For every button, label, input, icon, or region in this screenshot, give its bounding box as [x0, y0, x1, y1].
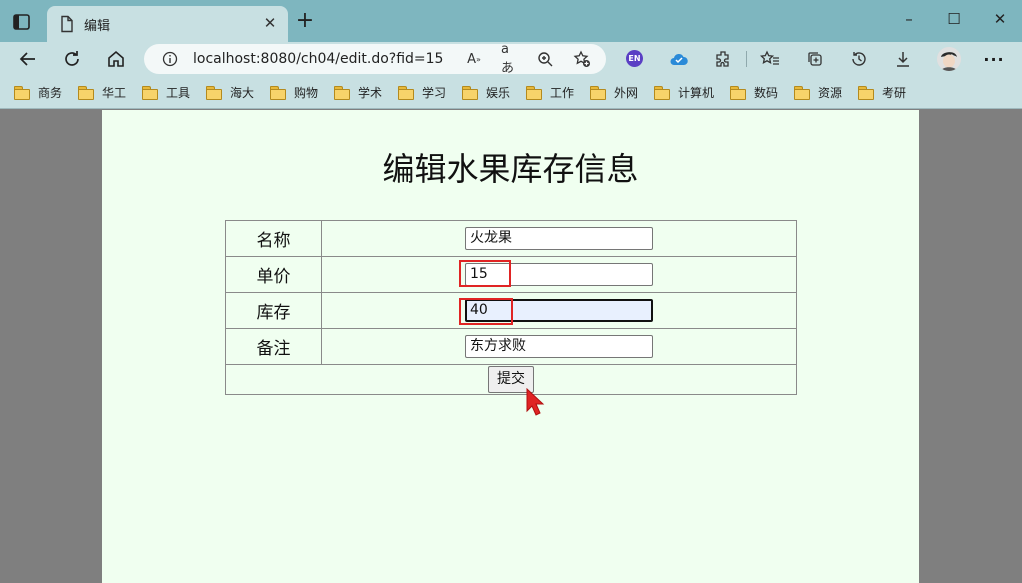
en-extension-icon[interactable]: EN — [626, 50, 643, 67]
downloads-icon[interactable] — [893, 49, 913, 69]
folder-icon — [334, 86, 350, 100]
bookmark-folder[interactable]: 外网 — [590, 84, 638, 101]
close-tab-icon[interactable]: ✕ — [262, 15, 278, 31]
new-tab-button[interactable]: + — [294, 10, 316, 33]
folder-icon — [142, 86, 158, 100]
bookmarks-bar: 商务 华工 工具 海大 购物 学术 学习 娱乐 工作 外网 计算机 数码 资源 … — [0, 76, 1022, 109]
folder-icon — [730, 86, 746, 100]
profile-avatar[interactable] — [937, 47, 961, 71]
name-label: 名称 — [225, 220, 322, 257]
maximize-icon[interactable]: ☐ — [942, 8, 966, 30]
table-row: 单价 15 — [225, 256, 797, 293]
folder-icon — [14, 86, 30, 100]
page-title: 编辑水果库存信息 — [382, 150, 639, 188]
zoom-icon[interactable] — [536, 50, 554, 68]
home-icon[interactable] — [102, 46, 130, 72]
remark-input[interactable]: 东方求败 — [465, 335, 653, 358]
folder-icon — [590, 86, 606, 100]
bookmark-folder[interactable]: 娱乐 — [462, 84, 510, 101]
address-bar[interactable]: localhost:8080/ch04/edit.do?fid=15 A» aあ — [144, 42, 606, 76]
tab-title: 编辑 — [84, 19, 111, 34]
history-icon[interactable] — [849, 49, 869, 69]
minimize-icon[interactable]: – — [897, 8, 921, 30]
folder-icon — [526, 86, 542, 100]
back-icon[interactable] — [14, 46, 42, 72]
bookmark-folder[interactable]: 工作 — [526, 84, 574, 101]
more-menu-icon[interactable]: ··· — [983, 49, 1004, 69]
page-icon — [59, 15, 75, 33]
folder-icon — [398, 86, 414, 100]
web-page: 编辑水果库存信息 名称 火龙果 单价 15 库存 40 备注 东方求败 提交 — [102, 110, 919, 583]
table-row: 提交 — [225, 364, 797, 395]
stock-label: 库存 — [225, 292, 322, 329]
remark-label: 备注 — [225, 328, 322, 365]
bookmark-folder[interactable]: 数码 — [730, 84, 778, 101]
name-input[interactable]: 火龙果 — [465, 227, 653, 250]
folder-icon — [654, 86, 670, 100]
refresh-icon[interactable] — [58, 46, 86, 72]
folder-icon — [462, 86, 478, 100]
price-highlight-box — [459, 260, 511, 287]
translate-icon[interactable]: aあ — [501, 42, 519, 76]
toolbar-divider — [746, 51, 747, 67]
table-row: 备注 东方求败 — [225, 328, 797, 365]
bookmark-folder[interactable]: 考研 — [858, 84, 906, 101]
bookmark-folder[interactable]: 计算机 — [654, 84, 714, 101]
mouse-cursor-icon — [526, 387, 548, 418]
cloud-extension-icon[interactable] — [669, 49, 689, 69]
bookmark-folder[interactable]: 购物 — [270, 84, 318, 101]
bookmark-folder[interactable]: 商务 — [14, 84, 62, 101]
price-label: 单价 — [225, 256, 322, 293]
extensions-icon[interactable] — [713, 49, 733, 69]
bookmark-folder[interactable]: 华工 — [78, 84, 126, 101]
bookmark-folder[interactable]: 资源 — [794, 84, 842, 101]
bookmark-folder[interactable]: 学术 — [334, 84, 382, 101]
stock-highlight-box — [459, 298, 513, 325]
table-row: 名称 火龙果 — [225, 220, 797, 257]
url-text: localhost:8080/ch04/edit.do?fid=15 — [193, 51, 444, 67]
tab-actions-icon[interactable] — [12, 12, 32, 32]
folder-icon — [78, 86, 94, 100]
folder-icon — [858, 86, 874, 100]
bookmark-folder[interactable]: 工具 — [142, 84, 190, 101]
favorites-icon[interactable] — [760, 49, 780, 69]
folder-icon — [206, 86, 222, 100]
window-close-icon[interactable]: ✕ — [988, 8, 1012, 30]
tab-bar: 编辑 ✕ + – ☐ ✕ — [0, 0, 1022, 42]
folder-icon — [794, 86, 810, 100]
add-favorite-icon[interactable] — [573, 50, 591, 68]
collections-icon[interactable] — [805, 49, 825, 69]
bookmark-folder[interactable]: 学习 — [398, 84, 446, 101]
read-aloud-icon[interactable]: A» — [465, 50, 483, 68]
browser-toolbar: localhost:8080/ch04/edit.do?fid=15 A» aあ… — [0, 42, 1022, 76]
active-tab[interactable]: 编辑 ✕ — [47, 6, 288, 42]
bookmark-folder[interactable]: 海大 — [206, 84, 254, 101]
site-info-icon[interactable] — [162, 51, 178, 67]
folder-icon — [270, 86, 286, 100]
